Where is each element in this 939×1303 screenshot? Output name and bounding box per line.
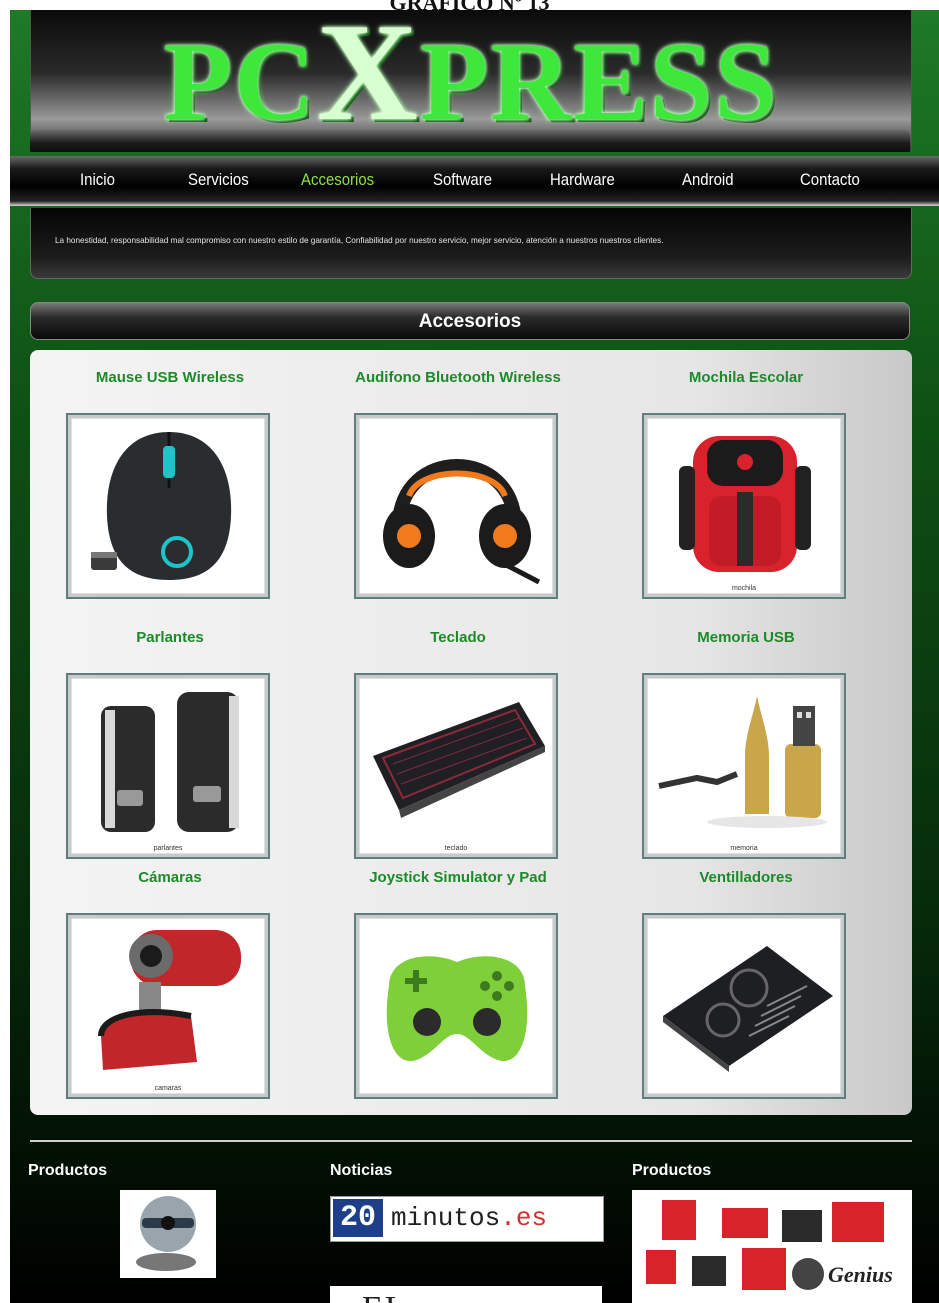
site-container: PCXPRESS Inicio Servicios Accesorios Sof… [10, 10, 939, 1303]
footer-col3-title: Productos [632, 1162, 712, 1179]
brand-genius-text: Genius [828, 1262, 893, 1287]
site-logo[interactable]: PCXPRESS [31, 10, 911, 143]
usb-drive-icon [658, 696, 827, 828]
product-title[interactable]: Memoria USB [626, 630, 866, 645]
elpais-domain: com [362, 1290, 427, 1303]
news-logo-word-main: minutos [391, 1203, 501, 1233]
headphones-icon [383, 459, 541, 585]
product-image-frame[interactable]: teclado [356, 675, 556, 857]
product-caption: parlantes [153, 845, 183, 852]
product-title[interactable]: Audifono Bluetooth Wireless [338, 370, 578, 385]
product-title[interactable]: Parlantes [50, 630, 290, 645]
product-image-frame[interactable] [356, 915, 556, 1097]
footer-product-image[interactable] [120, 1190, 216, 1278]
product-image-frame[interactable]: mochila [644, 415, 844, 597]
nav-item-software[interactable]: Software [433, 170, 492, 190]
product-image-frame[interactable] [644, 915, 844, 1097]
product-image-frame[interactable]: memoria [644, 675, 844, 857]
products-panel: Mause USB Wireless Audifono Bluetooth Wi… [30, 350, 912, 1115]
nav-item-android[interactable]: Android [682, 170, 734, 190]
webcam-icon [98, 930, 241, 1070]
header-bottom-bar [30, 130, 910, 152]
mouse-icon [91, 432, 232, 580]
news-logo-domain: .es [500, 1203, 548, 1233]
section-header: Accesorios [30, 302, 910, 340]
product-title[interactable]: Teclado [338, 630, 578, 645]
gamepad-icon [386, 956, 528, 1062]
product-card: Memoria USB memoria [626, 620, 886, 860]
logo-text-left: PC [163, 20, 317, 144]
slogan-banner: La honestidad, responsabilidad mal compr… [30, 208, 912, 279]
product-title[interactable]: Mochila Escolar [626, 370, 866, 385]
footer-divider [30, 1140, 912, 1142]
nav-item-hardware[interactable]: Hardware [550, 170, 615, 190]
product-card: Mochila Escolar mochila [626, 360, 886, 600]
product-title[interactable]: Ventilladores [626, 870, 866, 885]
logo-text-right: PRESS [419, 20, 779, 144]
product-title[interactable]: Joystick Simulator y Pad [338, 870, 578, 885]
keyboard-icon [373, 702, 545, 818]
news-logo-word: minutos.es [391, 1203, 547, 1233]
product-card: Parlantes parlantes [50, 620, 310, 860]
product-image-frame[interactable] [356, 415, 556, 597]
product-card: Joystick Simulator y Pad [338, 860, 598, 1100]
product-caption: mochila [731, 585, 757, 592]
backpack-icon [679, 436, 811, 572]
main-nav: Inicio Servicios Accesorios Software Har… [10, 156, 939, 206]
product-card: Cámaras camaras [50, 860, 310, 1100]
nav-item-servicios[interactable]: Servicios [188, 170, 249, 190]
product-image-frame[interactable]: parlantes [68, 675, 268, 857]
webcam-ball-icon [136, 1196, 196, 1271]
cooling-pad-icon [663, 946, 833, 1072]
news-logo-number: 20 [333, 1199, 383, 1237]
footer-col2-title: Noticias [330, 1162, 393, 1179]
nav-item-contacto[interactable]: Contacto [800, 170, 860, 190]
product-image-frame[interactable] [68, 415, 268, 597]
footer-brand-banner[interactable]: Genius [632, 1190, 912, 1303]
nav-item-inicio[interactable]: Inicio [80, 170, 115, 190]
product-image-frame[interactable]: camaras [68, 915, 268, 1097]
product-caption: camaras [154, 1085, 182, 1092]
section-title: Accesorios [418, 311, 522, 332]
product-title[interactable]: Cámaras [50, 870, 290, 885]
product-card: Audifono Bluetooth Wireless [338, 360, 598, 600]
product-caption: teclado [444, 845, 468, 852]
page-caption: GRÁFICO Nº 13 [0, 0, 939, 10]
slogan-text: La honestidad, responsabilidad mal compr… [55, 236, 664, 245]
footer-col1-title: Productos [28, 1162, 108, 1179]
product-card: Mause USB Wireless [50, 360, 310, 600]
logo-text-x: X [316, 10, 420, 150]
product-caption: memoria [730, 845, 758, 852]
news-link-elpais[interactable]: EL PAÍScom [330, 1286, 602, 1303]
site-header: PCXPRESS [30, 10, 912, 150]
speakers-icon [101, 692, 239, 832]
product-card: Ventilladores [626, 860, 886, 1100]
nav-item-accesorios[interactable]: Accesorios [301, 170, 374, 190]
product-title[interactable]: Mause USB Wireless [50, 370, 290, 385]
product-card: Teclado teclado [338, 620, 598, 860]
news-link-20minutos[interactable]: 20 minutos.es [330, 1196, 604, 1242]
